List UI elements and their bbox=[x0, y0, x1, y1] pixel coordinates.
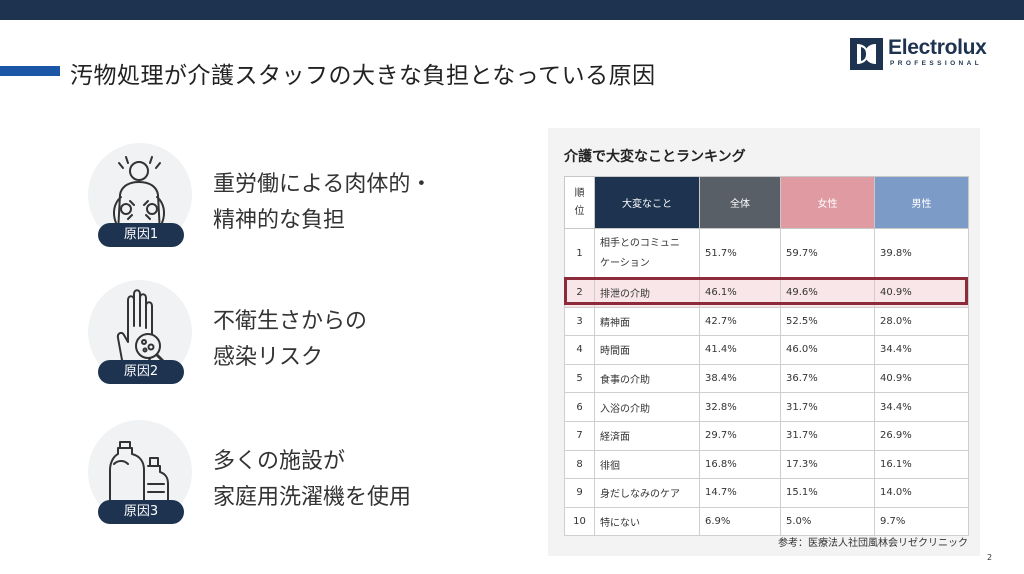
page-number: 2 bbox=[987, 553, 993, 562]
header-rank: 順位 bbox=[564, 176, 595, 229]
table-row: 4 時間面 41.4% 46.0% 34.4% bbox=[564, 335, 969, 365]
cell-male: 40.9% bbox=[874, 278, 969, 308]
cell-all: 41.4% bbox=[699, 335, 781, 365]
cell-item: 特にない bbox=[594, 506, 700, 537]
cause-description: 多くの施設が 家庭用洗濯機を使用 bbox=[213, 444, 411, 516]
cell-female: 49.6% bbox=[780, 278, 875, 308]
cell-item: 入浴の介助 bbox=[594, 392, 700, 422]
cell-all: 51.7% bbox=[699, 228, 781, 279]
electrolux-logo: Electrolux PROFESSIONAL bbox=[850, 36, 1000, 72]
cause-description: 重労働による肉体的・ 精神的な負担 bbox=[213, 167, 432, 239]
cell-rank: 8 bbox=[564, 449, 595, 480]
table-row: 5 食事の介助 38.4% 36.7% 40.9% bbox=[564, 363, 969, 394]
cause-1: 原因1 重労働による肉体的・ 精神的な負担 bbox=[88, 143, 488, 253]
cell-male: 34.4% bbox=[874, 335, 969, 365]
table-row-highlighted: 2 排泄の介助 46.1% 49.6% 40.9% bbox=[564, 278, 969, 308]
cell-item: 経済面 bbox=[594, 420, 700, 451]
table-row: 10 特にない 6.9% 5.0% 9.7% bbox=[564, 506, 969, 537]
cell-female: 31.7% bbox=[780, 420, 875, 451]
cell-all: 14.7% bbox=[699, 478, 781, 508]
cell-female: 36.7% bbox=[780, 363, 875, 394]
cell-all: 29.7% bbox=[699, 420, 781, 451]
cell-all: 6.9% bbox=[699, 506, 781, 537]
cell-item: 身だしなみのケア bbox=[594, 478, 700, 508]
cell-rank: 9 bbox=[564, 478, 595, 508]
header-rank-line: 順 bbox=[574, 187, 585, 199]
cell-female: 59.7% bbox=[780, 228, 875, 279]
cell-all: 46.1% bbox=[699, 278, 781, 308]
table-row: 8 徘徊 16.8% 17.3% 16.1% bbox=[564, 449, 969, 480]
cell-rank: 4 bbox=[564, 335, 595, 365]
table-header-row: 順位 大変なこと 全体 女性 男性 bbox=[564, 176, 969, 229]
cause-line: 重労働による肉体的・ bbox=[213, 172, 433, 197]
cause-badge: 原因2 bbox=[98, 360, 184, 384]
cell-male: 39.8% bbox=[874, 228, 969, 279]
cell-male: 28.0% bbox=[874, 306, 969, 337]
cell-all: 16.8% bbox=[699, 449, 781, 480]
cell-all: 32.8% bbox=[699, 392, 781, 422]
cell-rank: 2 bbox=[564, 278, 595, 308]
cell-female: 52.5% bbox=[780, 306, 875, 337]
cause-line: 不衛生さからの bbox=[213, 309, 368, 334]
cause-badge: 原因1 bbox=[98, 223, 184, 247]
cell-male: 9.7% bbox=[874, 506, 969, 537]
header-female: 女性 bbox=[780, 176, 875, 229]
title-accent-bar bbox=[0, 66, 60, 76]
cell-female: 15.1% bbox=[780, 478, 875, 508]
cell-rank: 3 bbox=[564, 306, 595, 337]
header-item: 大変なこと bbox=[594, 176, 700, 229]
header-all: 全体 bbox=[699, 176, 781, 229]
table-row: 7 経済面 29.7% 31.7% 26.9% bbox=[564, 420, 969, 451]
cell-item: 相手とのコミュニ ケーション bbox=[594, 228, 700, 279]
cause-badge: 原因3 bbox=[98, 500, 184, 524]
logo-wordmark: Electrolux bbox=[888, 36, 987, 59]
cell-rank: 6 bbox=[564, 392, 595, 422]
cell-rank: 10 bbox=[564, 506, 595, 537]
cell-all: 42.7% bbox=[699, 306, 781, 337]
cell-female: 31.7% bbox=[780, 392, 875, 422]
table-row: 3 精神面 42.7% 52.5% 28.0% bbox=[564, 306, 969, 337]
ranking-table: 順位 大変なこと 全体 女性 男性 1 相手とのコミュニ ケーション 51.7% … bbox=[564, 176, 969, 537]
cause-description: 不衛生さからの 感染リスク bbox=[213, 304, 367, 376]
ranking-panel: 介護で大変なことランキング 順位 大変なこと 全体 女性 男性 1 相手とのコミ… bbox=[548, 128, 980, 556]
source-citation: 参考：医療法人社団風林会リゼクリニック bbox=[778, 538, 968, 549]
logo-subtitle: PROFESSIONAL bbox=[890, 60, 983, 67]
table-row: 6 入浴の介助 32.8% 31.7% 34.4% bbox=[564, 392, 969, 422]
cell-female: 17.3% bbox=[780, 449, 875, 480]
cell-male: 14.0% bbox=[874, 478, 969, 508]
table-row: 9 身だしなみのケア 14.7% 15.1% 14.0% bbox=[564, 478, 969, 508]
top-banner bbox=[0, 0, 1024, 20]
cell-male: 34.4% bbox=[874, 392, 969, 422]
cell-female: 46.0% bbox=[780, 335, 875, 365]
electrolux-logo-icon bbox=[850, 38, 883, 70]
cell-rank: 1 bbox=[564, 228, 595, 279]
cell-item: 時間面 bbox=[594, 335, 700, 365]
ranking-title: 介護で大変なことランキング bbox=[564, 149, 746, 165]
cause-2: 原因2 不衛生さからの 感染リスク bbox=[88, 280, 488, 390]
cell-item-line: 相手とのコミュニ bbox=[600, 237, 680, 249]
cause-3: 原因3 多くの施設が 家庭用洗濯機を使用 bbox=[88, 420, 488, 530]
cell-female: 5.0% bbox=[780, 506, 875, 537]
cell-male: 16.1% bbox=[874, 449, 969, 480]
cell-item: 食事の介助 bbox=[594, 363, 700, 394]
cell-item: 徘徊 bbox=[594, 449, 700, 480]
cell-male: 26.9% bbox=[874, 420, 969, 451]
cell-rank: 7 bbox=[564, 420, 595, 451]
cell-all: 38.4% bbox=[699, 363, 781, 394]
cell-rank: 5 bbox=[564, 363, 595, 394]
cell-item-line: ケーション bbox=[600, 257, 650, 269]
page-title: 汚物処理が介護スタッフの大きな負担となっている原因 bbox=[70, 63, 656, 89]
table-row: 1 相手とのコミュニ ケーション 51.7% 59.7% 39.8% bbox=[564, 228, 969, 279]
cell-item: 精神面 bbox=[594, 306, 700, 337]
header-male: 男性 bbox=[874, 176, 969, 229]
cause-line: 精神的な負担 bbox=[213, 208, 346, 233]
cause-line: 感染リスク bbox=[213, 345, 324, 370]
cause-line: 家庭用洗濯機を使用 bbox=[213, 485, 412, 510]
header-rank-line: 位 bbox=[574, 205, 585, 217]
cause-line: 多くの施設が bbox=[213, 449, 346, 474]
cell-item: 排泄の介助 bbox=[594, 278, 700, 308]
cell-male: 40.9% bbox=[874, 363, 969, 394]
